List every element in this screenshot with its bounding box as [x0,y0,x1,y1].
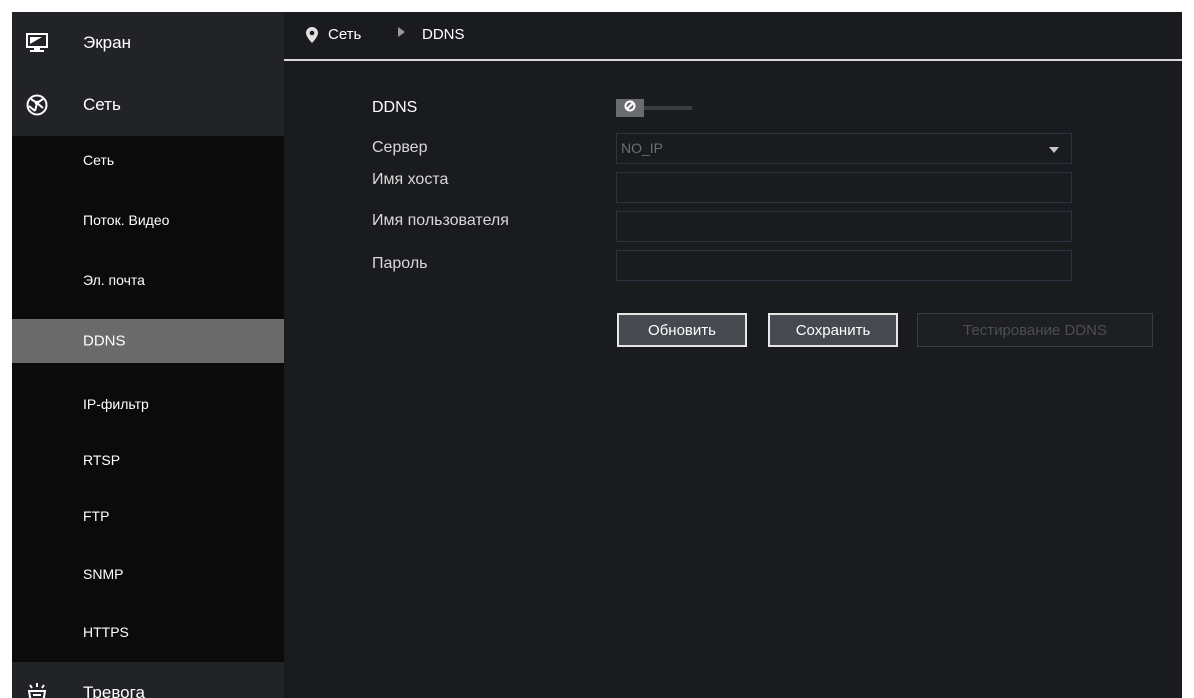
server-select-value: NO_IP [621,140,664,156]
sidebar-item-screen[interactable]: Экран [12,12,284,74]
test-ddns-button[interactable]: Тестирование DDNS [917,313,1153,347]
sidebar-subitem-label: Эл. почта [83,272,145,288]
hostname-label: Имя хоста [372,171,449,188]
save-button[interactable]: Сохранить [768,313,898,347]
triangle-right-icon [398,27,405,37]
sidebar-subitem-label: SNMP [83,566,124,582]
sidebar-item-alarm[interactable]: Тревога [12,662,284,698]
toggle-track [644,106,692,110]
server-select[interactable]: NO_IP [616,133,1072,164]
sidebar-item-network[interactable]: Сеть [12,74,284,136]
sidebar-subitem-video-stream[interactable]: Поток. Видео [12,198,284,242]
breadcrumb-divider [284,59,1182,61]
sidebar-subitem-label: IP-фильтр [83,396,149,412]
main-panel: Сеть DDNS DDNS Сервер NO_IP Имя хоста Им… [284,12,1182,698]
sidebar-item-label: Сеть [83,95,121,114]
sidebar-subitem-ip-filter[interactable]: IP-фильтр [12,382,284,426]
breadcrumb: Сеть DDNS [284,12,1182,58]
sidebar-subitem-network[interactable]: Сеть [12,138,284,182]
monitor-icon [25,31,49,55]
sidebar-subitem-ddns[interactable]: DDNS [12,319,284,363]
alarm-icon [25,681,49,698]
sidebar-subitem-label: Сеть [83,152,115,168]
chevron-down-icon [1049,147,1059,153]
breadcrumb-current: DDNS [422,26,465,43]
sidebar: Экран Сеть Сеть Поток. Видео Эл. почта D… [12,12,284,698]
sidebar-subitem-label: RTSP [83,452,121,468]
toggle-knob [616,99,644,117]
sidebar-subitem-rtsp[interactable]: RTSP [12,438,284,482]
password-input[interactable] [616,250,1072,281]
ddns-label: DDNS [372,99,418,116]
sidebar-subitem-ftp[interactable]: FTP [12,494,284,538]
disabled-icon [624,99,636,117]
username-input[interactable] [616,211,1072,242]
server-label: Сервер [372,139,428,156]
refresh-button[interactable]: Обновить [617,313,747,347]
username-label: Имя пользователя [372,212,509,229]
globe-icon [25,93,49,117]
location-pin-icon [306,27,318,48]
sidebar-subitem-snmp[interactable]: SNMP [12,552,284,596]
sidebar-subitem-https[interactable]: HTTPS [12,610,284,654]
breadcrumb-parent[interactable]: Сеть [328,26,361,43]
sidebar-subitem-label: FTP [83,508,110,524]
hostname-input[interactable] [616,172,1072,203]
password-label: Пароль [372,255,428,272]
app-window: Экран Сеть Сеть Поток. Видео Эл. почта D… [12,12,1182,698]
sidebar-subitem-label: HTTPS [83,624,129,640]
sidebar-item-label: Тревога [83,683,145,698]
sidebar-subitem-label: DDNS [83,332,126,350]
sidebar-item-label: Экран [83,33,131,52]
sidebar-subitem-label: Поток. Видео [83,212,170,228]
sidebar-subitem-email[interactable]: Эл. почта [12,258,284,302]
ddns-toggle[interactable] [616,99,702,117]
